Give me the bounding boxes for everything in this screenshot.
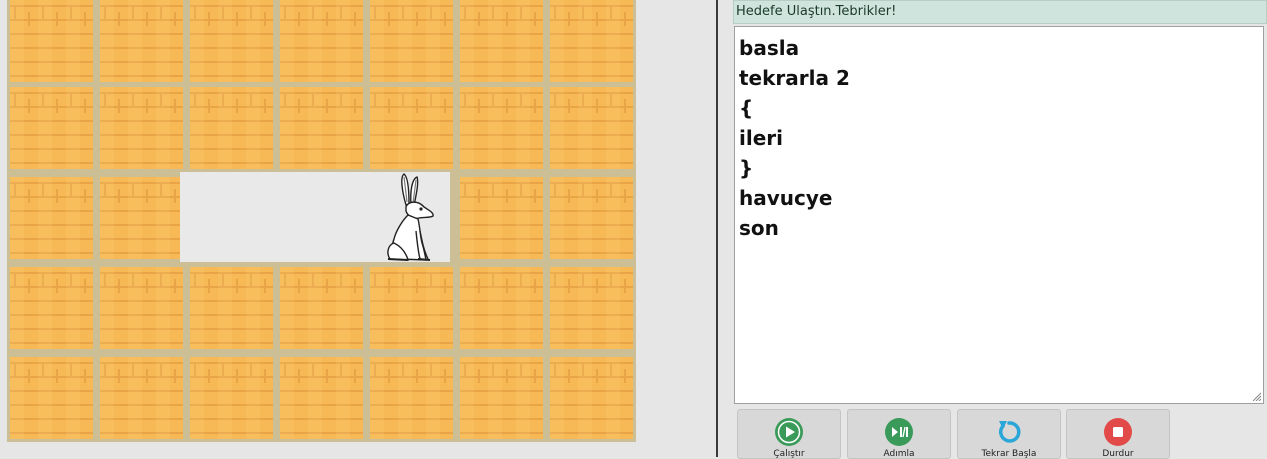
resize-grip-icon[interactable] — [1251, 391, 1261, 401]
wall-cell — [190, 0, 273, 82]
code-line: havucye — [739, 186, 833, 210]
restart-label: Tekrar Başla — [981, 449, 1037, 459]
wall-cell — [460, 0, 543, 82]
wall-cell — [370, 87, 453, 169]
toolbar: Çalıştır Adımla Tekrar Başla Durdur — [734, 407, 1267, 459]
wall-cell — [100, 177, 183, 259]
rabbit-icon — [387, 173, 434, 261]
wall-cell — [10, 177, 93, 259]
wall-cell — [370, 357, 453, 439]
wall-cell — [100, 267, 183, 349]
code-line: son — [739, 216, 779, 240]
stop-button[interactable]: Durdur — [1066, 409, 1170, 459]
wall-cell — [190, 267, 273, 349]
wall-cell — [280, 87, 363, 169]
status-message: Hedefe Ulaştın.Tebrikler! — [733, 0, 1267, 24]
wall-cell — [550, 0, 633, 82]
wall-cell — [550, 87, 633, 169]
panel-divider[interactable] — [716, 0, 718, 457]
wall-cell — [100, 87, 183, 169]
run-label: Çalıştır — [773, 449, 805, 459]
step-button[interactable]: Adımla — [847, 409, 951, 459]
wall-cell — [370, 267, 453, 349]
step-label: Adımla — [883, 449, 915, 459]
wall-cell — [100, 357, 183, 439]
wall-cell — [550, 267, 633, 349]
wall-cell — [280, 267, 363, 349]
play-pause-icon — [885, 418, 913, 446]
code-editor[interactable]: basla tekrarla 2 { ileri} havucye son — [734, 26, 1264, 404]
wall-cell — [280, 0, 363, 82]
code-line: } — [739, 156, 754, 180]
wall-cell — [460, 267, 543, 349]
wall-cell — [10, 0, 93, 82]
code-line: ileri — [739, 126, 783, 150]
code-line: tekrarla 2 — [739, 66, 850, 90]
restart-icon — [999, 421, 1021, 443]
wall-cell — [10, 267, 93, 349]
wall-cell — [550, 357, 633, 439]
restart-button[interactable]: Tekrar Başla — [957, 409, 1061, 459]
wall-cell — [460, 87, 543, 169]
play-icon — [775, 418, 803, 446]
wall-cell — [280, 357, 363, 439]
code-line: { — [739, 96, 754, 120]
wall-cell — [10, 87, 93, 169]
code-lines: basla tekrarla 2 { ileri} havucye son — [739, 33, 1259, 243]
wall-cell — [460, 177, 543, 259]
wall-cell — [550, 177, 633, 259]
wall-cell — [370, 0, 453, 82]
wall-cell — [190, 87, 273, 169]
run-button[interactable]: Çalıştır — [737, 409, 841, 459]
wall-cell — [10, 357, 93, 439]
wall-cell — [460, 357, 543, 439]
game-panel — [0, 0, 715, 457]
stop-label: Durdur — [1102, 449, 1134, 459]
wall-cell — [190, 357, 273, 439]
wall-cell — [100, 0, 183, 82]
code-line: basla — [739, 36, 800, 60]
stop-icon — [1104, 418, 1132, 446]
